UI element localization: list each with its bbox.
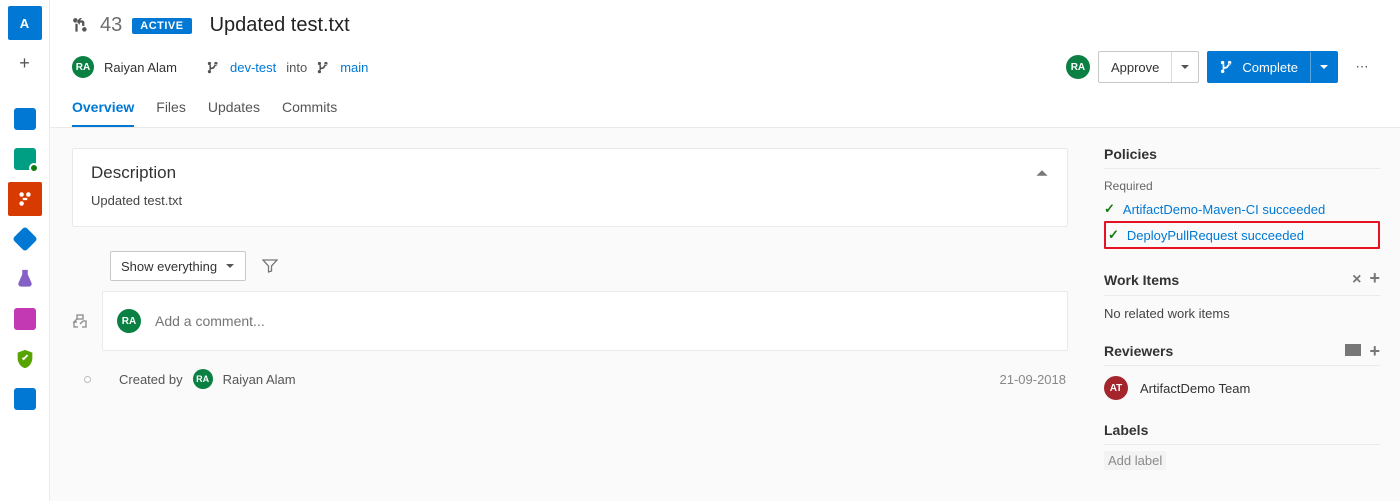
add-reviewer-button[interactable]: + [1369, 344, 1380, 358]
policy-row: ✓ ArtifactDemo-Maven-CI succeeded [1104, 201, 1380, 217]
nav-boards[interactable] [8, 142, 42, 176]
timeline-dot-icon [84, 376, 91, 383]
close-icon[interactable]: × [1352, 271, 1361, 289]
pr-header: 43 ACTIVE Updated test.txt RA Raiyan Ala… [50, 0, 1400, 128]
nav-pipelines[interactable] [8, 222, 42, 256]
mail-icon[interactable] [1345, 344, 1361, 358]
comment-card: RA [102, 291, 1068, 351]
author-name: Raiyan Alam [104, 60, 177, 75]
reviewers-heading: Reviewers + [1104, 343, 1380, 366]
reviewer-avatar: AT [1104, 376, 1128, 400]
project-avatar[interactable]: A [8, 6, 42, 40]
branch-icon [207, 61, 220, 74]
tab-overview[interactable]: Overview [72, 99, 134, 127]
description-text: Updated test.txt [91, 193, 1049, 208]
timeline-filter-dropdown[interactable]: Show everything [110, 251, 246, 281]
pr-tabs: Overview Files Updates Commits [72, 99, 1378, 127]
pr-status-badge: ACTIVE [132, 18, 191, 34]
complete-segment[interactable]: Complete [1208, 52, 1310, 82]
workitems-empty: No related work items [1104, 296, 1380, 321]
pull-request-icon [72, 17, 90, 35]
branch-icon [317, 61, 330, 74]
reviewer-name: ArtifactDemo Team [1140, 381, 1250, 396]
labels-heading: Labels [1104, 422, 1380, 445]
approver-avatar[interactable]: RA [1066, 55, 1090, 79]
collapse-description-button[interactable] [1035, 166, 1049, 180]
pr-title: Updated test.txt [210, 14, 350, 37]
approve-caret[interactable] [1171, 52, 1198, 82]
add-label-input[interactable]: Add label [1104, 451, 1166, 470]
overview-pane: Description Updated test.txt Show everyt… [50, 128, 1090, 501]
check-icon: ✓ [1104, 201, 1115, 217]
main-area: 43 ACTIVE Updated test.txt RA Raiyan Ala… [50, 0, 1400, 501]
complete-caret[interactable] [1310, 52, 1337, 82]
policy-link[interactable]: DeployPullRequest succeeded [1127, 228, 1304, 243]
complete-label: Complete [1242, 60, 1298, 75]
created-by-prefix: Created by [119, 372, 183, 387]
right-pane: Policies Required ✓ ArtifactDemo-Maven-C… [1090, 128, 1400, 501]
source-branch-link[interactable]: dev-test [230, 60, 276, 75]
policy-link[interactable]: ArtifactDemo-Maven-CI succeeded [1123, 202, 1325, 217]
timeline-filter-label: Show everything [121, 259, 217, 274]
tab-commits[interactable]: Commits [282, 99, 337, 127]
complete-button[interactable]: Complete [1207, 51, 1338, 83]
created-by-row: Created by RA Raiyan Alam 21-09-2018 [84, 369, 1068, 389]
tab-updates[interactable]: Updates [208, 99, 260, 127]
add-workitem-button[interactable]: + [1369, 271, 1380, 289]
required-label: Required [1104, 179, 1380, 193]
check-icon: ✓ [1108, 227, 1119, 243]
workitems-heading: Work Items × + [1104, 271, 1380, 296]
nav-artifacts[interactable] [8, 302, 42, 336]
reviewer-row: AT ArtifactDemo Team [1104, 376, 1380, 400]
filter-icon[interactable] [258, 254, 282, 278]
more-actions-button[interactable]: ⋯ [1346, 51, 1378, 83]
discussion-icon [72, 313, 90, 329]
nav-dashboards[interactable] [8, 102, 42, 136]
nav-extension[interactable] [8, 382, 42, 416]
current-user-avatar: RA [117, 309, 141, 333]
into-label: into [286, 60, 307, 75]
target-branch-link[interactable]: main [340, 60, 368, 75]
add-button[interactable]: + [8, 46, 42, 80]
nav-testplans[interactable] [8, 262, 42, 296]
reviewers-heading-label: Reviewers [1104, 343, 1173, 359]
policy-row: ✓ DeployPullRequest succeeded [1104, 221, 1380, 249]
left-nav-rail: A + [0, 0, 50, 501]
approve-button[interactable]: Approve [1098, 51, 1199, 83]
nav-repos[interactable] [8, 182, 42, 216]
workitems-heading-label: Work Items [1104, 272, 1179, 288]
approve-label[interactable]: Approve [1099, 52, 1171, 82]
creator-avatar: RA [193, 369, 213, 389]
comment-input[interactable] [155, 313, 1053, 329]
nav-security[interactable] [8, 342, 42, 376]
created-date: 21-09-2018 [1000, 372, 1067, 387]
pr-number: 43 [100, 14, 122, 37]
description-heading: Description [91, 163, 176, 183]
policies-heading: Policies [1104, 146, 1380, 169]
description-card: Description Updated test.txt [72, 148, 1068, 227]
tab-files[interactable]: Files [156, 99, 186, 127]
author-avatar: RA [72, 56, 94, 78]
creator-name: Raiyan Alam [223, 372, 296, 387]
